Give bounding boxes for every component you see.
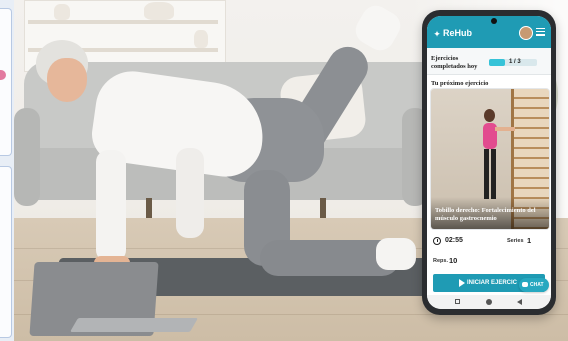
android-navbar <box>427 295 551 309</box>
progress-count: 1 / 3 <box>509 59 521 65</box>
phone-device: ✦ ReHub Ejercicios completados hoy 1 / 3… <box>422 10 556 315</box>
next-exercise-card[interactable]: Tobillo derecho: Fortalecimiento del mús… <box>430 88 550 230</box>
progress-label: Ejercicios completados hoy <box>431 55 478 70</box>
reps-value: 10 <box>449 256 458 265</box>
clock-icon <box>433 237 441 245</box>
chat-label: CHAT <box>530 282 544 288</box>
cropped-card-top <box>0 8 12 156</box>
raised-foot <box>350 0 406 56</box>
app-name: ReHub <box>443 28 472 38</box>
sofa-leg <box>146 198 152 220</box>
daily-progress: Ejercicios completados hoy 1 / 3 <box>427 48 551 75</box>
sets-value: 1 <box>527 236 532 245</box>
exercise-stats: 02:55 Series 1 Reps. 10 <box>427 234 551 272</box>
exercise-duration: 02:55 <box>445 237 463 244</box>
play-icon <box>459 279 465 287</box>
arm <box>96 150 126 262</box>
sets-label: Series <box>507 238 524 244</box>
home-icon[interactable] <box>486 299 492 305</box>
arm <box>176 148 204 238</box>
avatar[interactable] <box>519 26 533 40</box>
face <box>47 58 87 102</box>
next-exercise-title: Tu próximo ejercicio <box>431 80 489 87</box>
cropped-card-bottom <box>0 166 12 338</box>
exercise-name: Tobillo derecho: Fortalecimiento del mús… <box>435 207 536 222</box>
progress-fill <box>489 59 505 66</box>
reps-label: Reps. <box>433 258 448 264</box>
app-screen: ✦ ReHub Ejercicios completados hoy 1 / 3… <box>427 16 551 309</box>
figure-leg <box>484 149 489 199</box>
sock <box>376 238 416 270</box>
chat-button[interactable]: CHAT <box>519 278 549 292</box>
figure-leg <box>491 149 496 199</box>
vase <box>144 2 174 20</box>
sofa-leg <box>320 198 326 220</box>
recent-apps-icon[interactable] <box>455 299 460 304</box>
sofa-arm <box>14 108 40 206</box>
back-icon[interactable] <box>517 299 522 305</box>
figure-head <box>484 109 495 122</box>
laptop-base <box>69 318 199 332</box>
chat-bubble-icon <box>522 282 528 287</box>
camera-icon <box>491 18 497 24</box>
vase <box>54 4 70 20</box>
hamburger-menu-icon[interactable] <box>536 28 545 36</box>
left-edge-panel <box>0 0 14 341</box>
vase <box>194 30 208 48</box>
shelf <box>28 20 218 24</box>
app-header: ✦ ReHub <box>427 16 551 48</box>
start-exercise-label: INICIAR EJERCIC <box>467 280 518 286</box>
rehub-logo-icon: ✦ <box>433 29 441 39</box>
figure-arm <box>495 127 515 131</box>
